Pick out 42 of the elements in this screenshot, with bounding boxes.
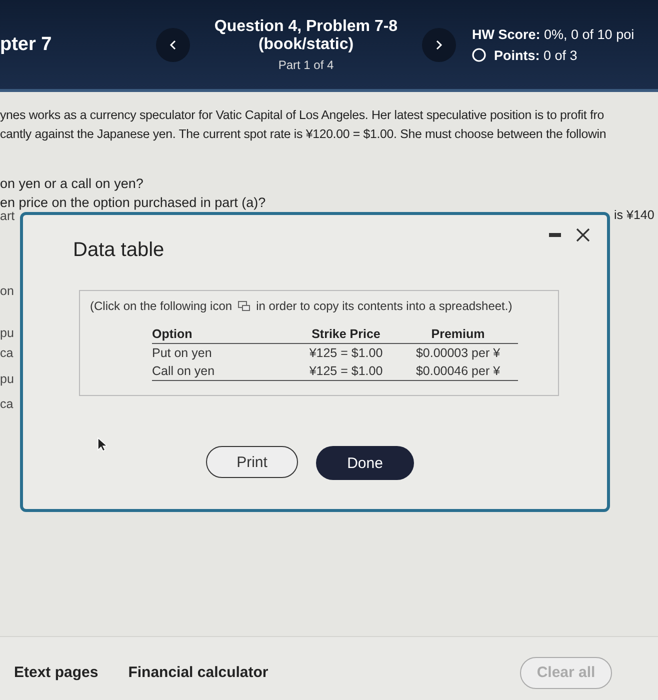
question-text: pu <box>0 372 14 386</box>
question-title: (book/static) <box>258 36 354 54</box>
question-text: pu <box>0 326 14 340</box>
hw-score: HW Score: 0%, 0 of 10 poi <box>472 26 634 42</box>
part-label: Part 1 of 4 <box>278 58 334 72</box>
question-text: en price on the option purchased in part (a)? <box>0 194 266 212</box>
points-label: Points: 0 of 3 <box>494 48 578 62</box>
question-title: Question 4, Problem 7-8 <box>214 18 398 36</box>
question-text: ca <box>0 346 14 360</box>
table-cell: Call on yen <box>152 362 294 380</box>
minimize-icon[interactable] <box>549 233 561 237</box>
question-text: ynes works as a currency speculator for Vatic Capital of Los Angeles. Her latest speculative position is to profit fro <box>0 107 604 124</box>
table-cell: $0.00046 per ¥ <box>398 362 518 380</box>
cursor-icon <box>97 437 107 452</box>
chevron-right-icon <box>435 40 443 50</box>
chapter-title: pter 7 <box>0 34 53 56</box>
question-text: on <box>0 284 14 298</box>
print-button[interactable]: Print <box>206 446 298 478</box>
footer-link[interactable]: Etext pages <box>14 664 98 681</box>
next-button[interactable] <box>422 28 456 62</box>
previous-button[interactable] <box>156 28 190 62</box>
question-text: art <box>0 209 15 223</box>
question-text: cantly against the Japanese yen. The current spot rate is ¥120.00 = $1.00. She must choose between the followin <box>0 126 606 143</box>
dialog-title: Data table <box>73 239 166 262</box>
chevron-left-icon <box>169 40 177 50</box>
table-cell: ¥125 = $1.00 <box>294 344 398 362</box>
instruction-text: (Click on the following icon <box>90 299 232 313</box>
close-icon[interactable] <box>575 227 591 243</box>
question-text: ca <box>0 397 14 411</box>
question-text: is ¥140 <box>614 208 654 222</box>
circle-icon <box>472 48 486 62</box>
table-cell: ¥125 = $1.00 <box>294 362 398 380</box>
copy-icon[interactable] <box>238 301 250 311</box>
column-header: Premium <box>398 325 518 344</box>
done-button[interactable]: Done <box>316 446 414 480</box>
footer-link[interactable]: Financial calculator <box>128 664 268 681</box>
instruction-text: in order to copy its contents into a spreadsheet.) <box>256 299 512 313</box>
table-cell: $0.00003 per ¥ <box>398 344 518 362</box>
column-header: Option <box>152 325 294 344</box>
column-header: Strike Price <box>294 325 398 344</box>
table-cell: Put on yen <box>152 344 294 362</box>
question-text: on yen or a call on yen? <box>0 175 144 193</box>
